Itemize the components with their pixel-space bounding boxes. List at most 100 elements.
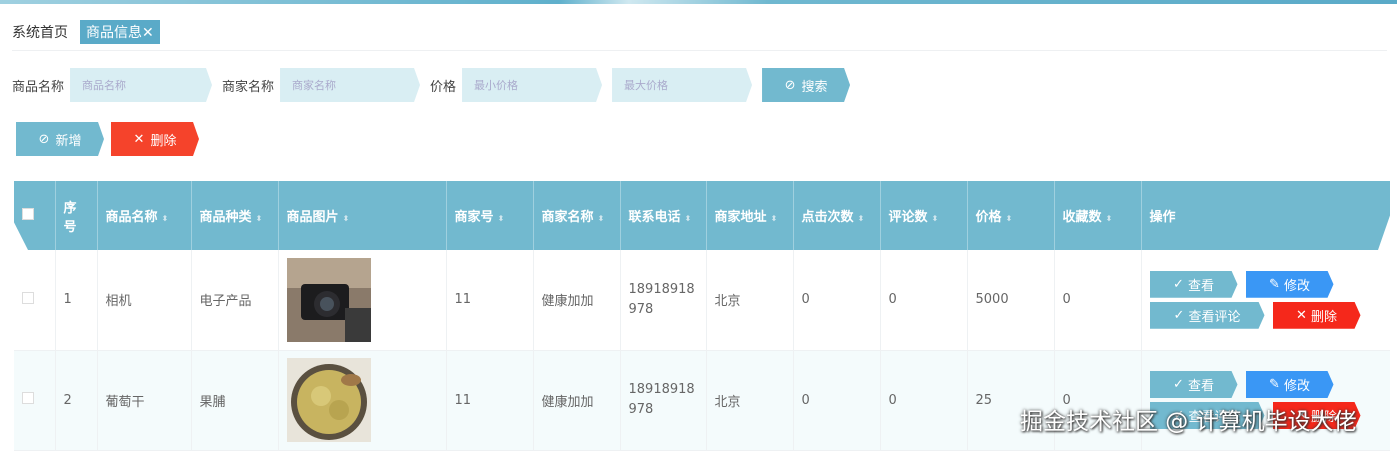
cell-phone: 18918918978 xyxy=(620,250,707,351)
tab-label: 商品信息 xyxy=(86,25,142,41)
sort-icon[interactable]: ⬍ xyxy=(1106,214,1113,223)
row-actions: ✓ 查看 ✎ 修改 ✓ 查看评论 ✕ 删除 xyxy=(1150,271,1383,329)
camera-image xyxy=(286,257,371,342)
tab-product-info[interactable]: 商品信息✕ xyxy=(80,20,160,44)
col-phone[interactable]: 联系电话 ⬍ xyxy=(620,181,707,250)
col-label: 点击次数 xyxy=(801,210,854,225)
delete-label: 删除 xyxy=(150,133,177,149)
cell-no: 2 xyxy=(55,350,98,451)
sort-icon[interactable]: ⬍ xyxy=(858,214,865,223)
col-favorites[interactable]: 收藏数 ⬍ xyxy=(1054,181,1142,250)
delete-button[interactable]: ✕ 删除 xyxy=(111,122,199,156)
cell-clicks: 0 xyxy=(793,350,881,451)
sort-icon[interactable]: ⬍ xyxy=(598,214,605,223)
add-button[interactable]: ⊘ 新增 xyxy=(16,122,104,156)
divider xyxy=(12,50,1387,51)
top-banner xyxy=(0,0,1397,4)
cell-price: 5000 xyxy=(967,250,1055,351)
edit-button[interactable]: ✎ 修改 xyxy=(1246,271,1334,298)
tab-home[interactable]: 系统首页 xyxy=(12,22,68,42)
merchant-name-label: 商家名称 xyxy=(222,79,275,95)
row-delete-button[interactable]: ✕ 删除 xyxy=(1273,302,1361,329)
col-image[interactable]: 商品图片 ⬍ xyxy=(278,181,447,250)
sort-icon[interactable]: ⬍ xyxy=(771,214,778,223)
table-row: 1 相机 电子产品 11 健康加加 18918918978 北京 0 0 500… xyxy=(14,250,1390,351)
check-icon: ✓ xyxy=(1173,307,1185,323)
search-bar: 商品名称 商品名称 商家名称 商家名称 价格 最小价格 最大价格 ⊘ 搜索 xyxy=(12,68,850,102)
check-circle-icon: ⊘ xyxy=(38,131,50,147)
col-merchant-name[interactable]: 商家名称 ⬍ xyxy=(533,181,621,250)
col-label: 收藏数 xyxy=(1062,210,1102,225)
table-header: 序号 商品名称 ⬍ 商品种类 ⬍ 商品图片 ⬍ 商家号 ⬍ 商家名称 ⬍ 联系电话 ⬍ 商家… xyxy=(14,181,1390,250)
edit-icon: ✎ xyxy=(1269,276,1280,292)
col-label: 商家地址 xyxy=(714,210,767,225)
col-comments[interactable]: 评论数 ⬍ xyxy=(880,181,968,250)
view-label: 查看 xyxy=(1187,278,1214,294)
search-button-label: 搜索 xyxy=(801,79,828,95)
cell-comments: 0 xyxy=(880,350,968,451)
close-icon: ✕ xyxy=(1296,307,1307,323)
view-button[interactable]: ✓ 查看 xyxy=(1150,271,1238,298)
check-icon: ✓ xyxy=(1173,377,1184,392)
col-label: 商品名称 xyxy=(105,210,158,225)
edit-label: 修改 xyxy=(1283,379,1310,394)
product-name-input[interactable]: 商品名称 xyxy=(70,68,212,102)
col-label: 商家名称 xyxy=(541,210,594,225)
search-button[interactable]: ⊘ 搜索 xyxy=(762,68,850,102)
view-comments-button[interactable]: ✓ 查看评论 xyxy=(1150,302,1265,329)
raisin-image xyxy=(286,358,371,442)
min-price-input[interactable]: 最小价格 xyxy=(462,68,602,102)
edit-label: 修改 xyxy=(1283,278,1310,294)
cell-favorites: 0 xyxy=(1054,250,1142,351)
col-label: 评论数 xyxy=(888,210,928,225)
cell-name: 葡萄干 xyxy=(97,350,192,451)
col-label: 商品种类 xyxy=(199,210,252,225)
cell-category: 电子产品 xyxy=(191,250,279,351)
col-label: 联系电话 xyxy=(628,210,681,225)
edit-button[interactable]: ✎ 修改 xyxy=(1246,371,1334,398)
cell-merchant-no: 11 xyxy=(446,350,534,451)
col-name[interactable]: 商品名称 ⬍ xyxy=(97,181,192,250)
row-checkbox[interactable] xyxy=(22,291,34,304)
close-icon: ✕ xyxy=(133,131,145,147)
cell-merchant-name: 健康加加 xyxy=(533,350,621,451)
cell-name: 相机 xyxy=(97,250,192,351)
col-category[interactable]: 商品种类 ⬍ xyxy=(191,181,279,250)
col-merchant-no[interactable]: 商家号 ⬍ xyxy=(446,181,534,250)
check-icon: ✓ xyxy=(1173,276,1184,292)
sort-icon[interactable]: ⬍ xyxy=(256,214,263,223)
cell-merchant-no: 11 xyxy=(446,250,534,351)
cell-address: 北京 xyxy=(706,350,794,451)
sort-icon[interactable]: ⬍ xyxy=(685,214,692,223)
col-clicks[interactable]: 点击次数 ⬍ xyxy=(793,181,881,250)
col-no: 序号 xyxy=(55,181,98,250)
merchant-name-input[interactable]: 商家名称 xyxy=(280,68,420,102)
col-label: 价格 xyxy=(975,210,1002,225)
view-comments-label: 查看评论 xyxy=(1188,309,1241,325)
product-name-label: 商品名称 xyxy=(12,79,65,95)
cell-comments: 0 xyxy=(880,250,968,351)
cell-address: 北京 xyxy=(706,250,794,351)
view-button[interactable]: ✓ 查看 xyxy=(1150,371,1238,398)
add-label: 新增 xyxy=(55,133,82,149)
col-label: 商品图片 xyxy=(286,210,339,225)
cell-phone: 18918918978 xyxy=(620,350,707,451)
sort-icon[interactable]: ⬍ xyxy=(162,214,169,223)
sort-icon[interactable]: ⬍ xyxy=(498,214,505,223)
max-price-input[interactable]: 最大价格 xyxy=(612,68,752,102)
sort-icon[interactable]: ⬍ xyxy=(1006,214,1013,223)
sort-icon[interactable]: ⬍ xyxy=(343,214,350,223)
sort-icon[interactable]: ⬍ xyxy=(932,214,939,223)
watermark: 掘金技术社区 @ 计算机毕设大佬 xyxy=(1020,409,1357,435)
view-label: 查看 xyxy=(1187,379,1214,394)
cell-merchant-name: 健康加加 xyxy=(533,250,621,351)
action-bar: ⊘ 新增 ✕ 删除 xyxy=(16,122,199,156)
select-all-checkbox[interactable] xyxy=(22,207,34,220)
col-price[interactable]: 价格 ⬍ xyxy=(967,181,1055,250)
col-address[interactable]: 商家地址 ⬍ xyxy=(706,181,794,250)
close-icon[interactable]: ✕ xyxy=(142,25,154,41)
row-checkbox[interactable] xyxy=(22,392,34,404)
cell-category: 果脯 xyxy=(191,350,279,451)
edit-icon: ✎ xyxy=(1269,377,1280,392)
check-circle-icon: ⊘ xyxy=(784,77,796,93)
